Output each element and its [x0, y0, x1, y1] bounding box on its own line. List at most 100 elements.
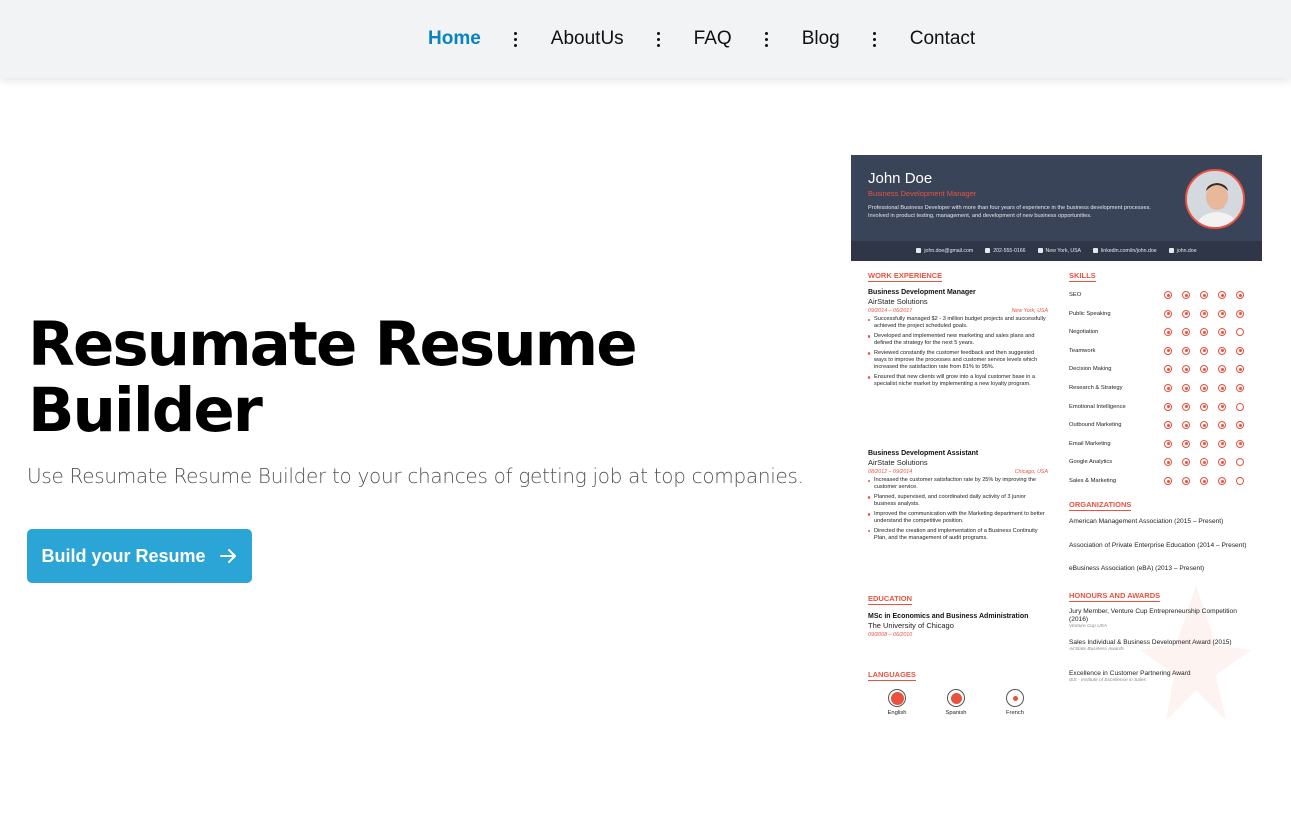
- skill-name: Email Marketing: [1069, 440, 1111, 447]
- skill-rating: [1164, 458, 1244, 467]
- resume-contact-bar: john.doe@gmail.com 202-555-0166 New York…: [851, 241, 1262, 261]
- rating-dot-icon: [1164, 402, 1172, 411]
- contact-linkedin: linkedin.com/in/john.doe: [1093, 248, 1157, 254]
- skill-rating: [1164, 402, 1244, 411]
- organization-item: American Management Association (2015 – …: [1069, 518, 1224, 525]
- skill-row: Public Speaking: [1069, 308, 1244, 320]
- skill-row: SEO: [1069, 289, 1244, 301]
- hero-subtitle: Use Resumate Resume Builder to your chan…: [27, 464, 804, 488]
- hero-title: Resumate Resume Builder: [28, 309, 638, 446]
- rating-dot-icon: [1200, 402, 1208, 411]
- nav-separator-icon: [657, 31, 661, 47]
- phone-icon: [985, 248, 991, 254]
- awards-heading: HONOURS AND AWARDS: [1069, 591, 1161, 602]
- rating-dot-icon: [1200, 477, 1208, 485]
- rating-dot-icon: [1236, 477, 1244, 485]
- skill-row: Decision Making: [1069, 363, 1244, 375]
- rating-dot-icon: [1164, 421, 1172, 430]
- job-entry: Business Development Manager AirState So…: [868, 289, 1048, 388]
- contact-email: john.doe@gmail.com: [916, 248, 973, 254]
- skill-row: Sales & Marketing: [1069, 475, 1244, 487]
- skill-row: Teamwork: [1069, 345, 1244, 357]
- rating-dot-icon: [1218, 439, 1226, 448]
- rating-dot-icon: [1236, 309, 1244, 318]
- nav-aboutus-link[interactable]: AboutUs: [551, 28, 624, 50]
- skill-rating: [1164, 291, 1244, 299]
- rating-dot-icon: [1182, 477, 1190, 485]
- skill-row: Google Analytics: [1069, 456, 1244, 468]
- rating-dot-icon: [1182, 384, 1190, 392]
- skill-name: Sales & Marketing: [1069, 478, 1117, 484]
- contact-skype: john.doe: [1168, 248, 1197, 254]
- skill-row: Email Marketing: [1069, 438, 1244, 450]
- nav-home-link[interactable]: Home: [428, 28, 481, 50]
- skill-rating: [1164, 384, 1244, 392]
- award-item: Excellence in Customer Partnering Award …: [1069, 670, 1191, 683]
- skill-rating: [1164, 365, 1244, 374]
- rating-dot-icon: [1182, 309, 1190, 318]
- organization-item: eBusiness Association (eBA) (2013 – Pres…: [1069, 565, 1205, 572]
- nav-separator-icon: [765, 31, 769, 47]
- rating-dot-icon: [1200, 346, 1208, 355]
- rating-dot-icon: [1236, 402, 1244, 411]
- resume-role: Business Development Manager: [868, 189, 977, 198]
- rating-dot-icon: [1218, 458, 1226, 467]
- nav-contact-link[interactable]: Contact: [910, 28, 975, 50]
- nav-blog-link[interactable]: Blog: [802, 28, 840, 50]
- resume-summary: Professional Business Developer with mor…: [868, 205, 1151, 219]
- rating-dot-icon: [1200, 439, 1208, 448]
- rating-dot-icon: [1164, 477, 1172, 485]
- rating-dot-icon: [1218, 291, 1226, 299]
- award-item: Sales Individual & Business Development …: [1069, 639, 1232, 652]
- rating-dot-icon: [1236, 458, 1244, 467]
- language-item: English: [877, 689, 917, 716]
- build-resume-button[interactable]: Build your Resume: [27, 529, 252, 583]
- contact-location: New York, USA: [1037, 248, 1081, 254]
- nav-faq-link[interactable]: FAQ: [694, 28, 732, 50]
- skill-name: SEO: [1069, 292, 1082, 298]
- skype-icon: [1168, 248, 1174, 254]
- rating-dot-icon: [1164, 384, 1172, 392]
- skill-rating: [1164, 346, 1244, 355]
- location-icon: [1037, 248, 1043, 254]
- rating-dot-icon: [1182, 365, 1190, 374]
- resume-preview-image: John Doe Business Development Manager Pr…: [851, 155, 1262, 725]
- rating-dot-icon: [1200, 384, 1208, 392]
- resume-avatar: [1185, 169, 1245, 229]
- rating-dot-icon: [1164, 458, 1172, 467]
- rating-dot-icon: [1200, 309, 1208, 318]
- skill-name: Decision Making: [1069, 366, 1112, 373]
- nav-separator-icon: [514, 31, 518, 47]
- linkedin-icon: [1093, 248, 1098, 254]
- rating-dot-icon: [1200, 458, 1208, 467]
- contact-phone: 202-555-0166: [985, 248, 1026, 254]
- skill-name: Negotiation: [1069, 329, 1099, 336]
- rating-dot-icon: [1236, 328, 1244, 337]
- rating-dot-icon: [1218, 365, 1226, 374]
- rating-dot-icon: [1182, 291, 1190, 299]
- rating-dot-icon: [1182, 421, 1190, 430]
- resume-name: John Doe: [868, 170, 933, 187]
- organizations-heading: ORGANIZATIONS: [1069, 500, 1132, 511]
- skill-row: Negotiation: [1069, 326, 1244, 338]
- email-icon: [916, 248, 922, 254]
- rating-dot-icon: [1182, 328, 1190, 337]
- rating-dot-icon: [1182, 402, 1190, 411]
- rating-dot-icon: [1182, 439, 1190, 448]
- skill-name: Emotional Intelligence: [1069, 403, 1126, 410]
- language-item: French: [995, 689, 1035, 716]
- skill-name: Outbound Marketing: [1069, 422, 1122, 429]
- organization-item: Association of Private Enterprise Educat…: [1069, 542, 1247, 549]
- skill-row: Outbound Marketing: [1069, 419, 1244, 431]
- job-entry: Business Development Assistant AirState …: [868, 450, 1048, 541]
- top-navbar: Home AboutUs FAQ Blog Contact: [0, 0, 1291, 78]
- rating-dot-icon: [1218, 384, 1226, 392]
- skill-rating: [1164, 328, 1244, 337]
- language-item: Spanish: [936, 689, 976, 716]
- rating-dot-icon: [1218, 346, 1226, 355]
- skills-heading: SKILLS: [1069, 271, 1096, 282]
- rating-dot-icon: [1200, 328, 1208, 337]
- education-entry: MSc in Economics and Business Administra…: [868, 613, 1029, 638]
- rating-dot-icon: [1218, 328, 1226, 337]
- rating-dot-icon: [1164, 328, 1172, 337]
